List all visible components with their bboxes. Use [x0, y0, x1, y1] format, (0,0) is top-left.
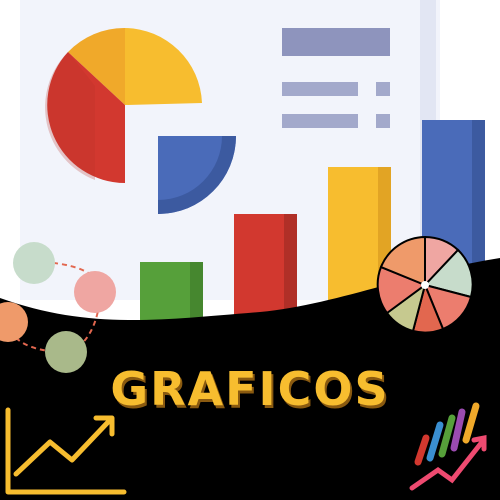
donut-chart-icon — [376, 235, 474, 334]
illustration-canvas: GRAFICOS — [0, 0, 500, 500]
infographic-illustration — [0, 0, 500, 500]
title-text: GRAFICOS — [110, 362, 390, 416]
